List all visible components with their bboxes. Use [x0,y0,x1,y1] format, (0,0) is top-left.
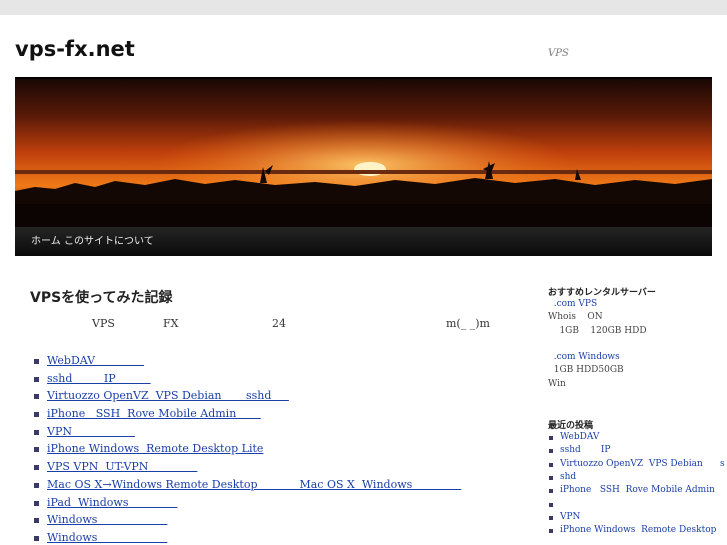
intro-text-fx: FX [163,317,179,330]
header-banner-image[interactable] [15,79,712,227]
recent-post-link[interactable]: VPN [548,511,726,524]
page-title: VPSを使ってみた記録 [30,290,173,306]
widget-title-recent-posts: 最近の投稿 [548,421,594,432]
list-item: iPhone SSH Rove Mobile Admin [34,405,461,423]
list-item: Windows [34,511,461,529]
sidebar-server-text: 1GB HDD50GB [548,365,624,376]
list-item: VPN [34,423,461,441]
recent-post-link[interactable] [548,498,726,511]
post-link[interactable]: Virtuozzo OpenVZ VPS Debian sshd [47,389,289,402]
post-link[interactable]: iPad Windows [47,496,177,509]
list-item: Mac OS X→Windows Remote Desktop Mac OS X… [34,476,461,494]
post-link[interactable]: VPN [47,425,135,438]
widget-title-servers: おすすめレンタルサーバー [548,288,656,298]
intro-text-apology: m(_ _)m [446,317,490,330]
post-link[interactable]: Mac OS X→Windows Remote Desktop Mac OS X… [47,478,461,491]
list-item: Windows [34,529,461,545]
post-link[interactable]: Windows [47,531,167,544]
page: vps-fx.net VPS ホーム このサイトについて VPSを使ってみた記録… [0,15,727,545]
intro-text-vps: VPS [92,317,115,330]
list-item: VPS VPN UT-VPN [34,458,461,476]
intro-text-24: 24 [272,317,286,330]
post-link[interactable]: iPhone Windows Remote Desktop Lite [47,442,263,455]
post-link[interactable]: Windows [47,513,167,526]
recent-posts-list: WebDAV sshd IP Virtuozzo OpenVZ VPS Debi… [548,431,726,537]
recent-post-link[interactable]: WebDAV [548,431,726,444]
recent-post-link[interactable]: iPhone SSH Rove Mobile Admin [548,484,726,497]
main-navigation: ホーム このサイトについて [15,227,712,256]
nav-item-about[interactable]: このサイトについて [64,227,154,256]
list-item: iPad Windows [34,494,461,512]
recent-post-link[interactable]: sshd IP [548,444,726,457]
sidebar-server-link[interactable]: .com VPS [548,298,726,311]
sidebar-server-text: 1GB 120GB HDD [548,325,647,336]
post-link[interactable]: WebDAV [47,354,144,367]
list-item: iPhone Windows Remote Desktop Lite [34,440,461,458]
recent-post-link[interactable]: shd [548,471,726,484]
recent-post-link[interactable]: Virtuozzo OpenVZ VPS Debian s [548,458,726,471]
list-item: Virtuozzo OpenVZ VPS Debian sshd [34,387,461,405]
nav-item-home[interactable]: ホーム [31,227,61,256]
sidebar: おすすめレンタルサーバー .com VPS Whois ON 1GB 120GB… [548,285,726,537]
post-link[interactable]: sshd IP [47,372,151,385]
post-list: WebDAV sshd IP Virtuozzo OpenVZ VPS Debi… [34,352,461,545]
site-description: VPS [548,48,569,59]
list-item: WebDAV [34,352,461,370]
sidebar-server-link[interactable]: .com Windows [548,351,726,364]
list-item: sshd IP [34,370,461,388]
sidebar-server-text: Whois ON [548,312,603,323]
sidebar-server-text: Win [548,378,566,389]
post-link[interactable]: VPS VPN UT-VPN [47,460,197,473]
site-title[interactable]: vps-fx.net [15,37,135,61]
recent-post-link[interactable]: iPhone Windows Remote Desktop [548,524,726,537]
sidebar-server-text [548,338,726,351]
post-link[interactable]: iPhone SSH Rove Mobile Admin [47,407,261,420]
